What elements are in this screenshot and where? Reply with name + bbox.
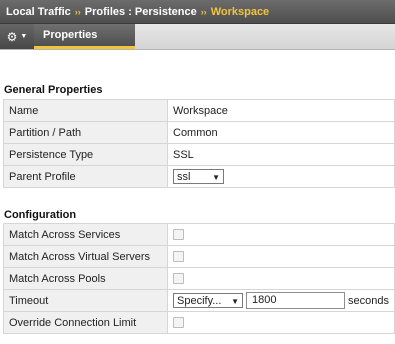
tab-bar: ⚙ ▼ Properties — [0, 24, 395, 50]
gear-menu-button[interactable]: ⚙ ▼ — [0, 24, 34, 49]
chevron-down-icon: ▼ — [20, 33, 28, 40]
row-match-services: Match Across Services — [3, 223, 395, 246]
row-match-pools: Match Across Pools — [3, 267, 395, 290]
tab-properties[interactable]: Properties — [34, 24, 135, 49]
timeout-input[interactable]: 1800 — [246, 292, 345, 309]
override-limit-label: Override Connection Limit — [3, 311, 168, 334]
parent-profile-selected: ssl — [177, 171, 191, 183]
row-match-virtual-servers: Match Across Virtual Servers — [3, 245, 395, 268]
override-limit-checkbox[interactable] — [173, 317, 184, 329]
timeout-mode-select[interactable]: Specify... ▼ — [173, 293, 243, 308]
row-timeout: Timeout Specify... ▼ 1800 seconds — [3, 289, 395, 312]
gear-icon: ⚙ — [6, 29, 18, 44]
row-name: Name Workspace — [3, 99, 395, 122]
name-value: Workspace — [167, 99, 395, 122]
general-properties-header: General Properties — [4, 84, 103, 96]
timeout-label: Timeout — [3, 289, 168, 312]
match-services-label: Match Across Services — [3, 223, 168, 246]
configuration-table: Match Across Services Match Across Virtu… — [3, 223, 395, 334]
match-virtual-servers-label: Match Across Virtual Servers — [3, 245, 168, 268]
breadcrumb-profiles-persistence[interactable]: Profiles : Persistence — [85, 6, 197, 18]
match-pools-label: Match Across Pools — [3, 267, 168, 290]
parent-profile-select[interactable]: ssl ▼ — [173, 169, 224, 184]
breadcrumb: Local Traffic ›› Profiles : Persistence … — [0, 0, 395, 24]
row-persistence-type: Persistence Type SSL — [3, 143, 395, 166]
persistence-type-label: Persistence Type — [3, 143, 168, 166]
partition-value: Common — [167, 121, 395, 144]
match-pools-checkbox[interactable] — [173, 273, 184, 285]
breadcrumb-current: Workspace — [210, 5, 270, 18]
configuration-header: Configuration — [4, 209, 77, 221]
breadcrumb-separator: ›› — [200, 6, 207, 17]
name-label: Name — [3, 99, 168, 122]
general-properties-table: Name Workspace Partition / Path Common P… — [3, 99, 395, 188]
row-partition: Partition / Path Common — [3, 121, 395, 144]
timeout-unit: seconds — [348, 294, 389, 307]
parent-profile-label: Parent Profile — [3, 165, 168, 188]
match-virtual-servers-checkbox[interactable] — [173, 251, 184, 263]
chevron-down-icon: ▼ — [212, 173, 220, 182]
chevron-down-icon: ▼ — [231, 297, 239, 306]
breadcrumb-local-traffic[interactable]: Local Traffic — [6, 6, 71, 18]
persistence-type-value: SSL — [167, 143, 395, 166]
partition-label: Partition / Path — [3, 121, 168, 144]
row-override-limit: Override Connection Limit — [3, 311, 395, 334]
match-services-checkbox[interactable] — [173, 229, 184, 241]
row-parent-profile: Parent Profile ssl ▼ — [3, 165, 395, 188]
timeout-mode-selected: Specify... — [177, 295, 222, 307]
breadcrumb-separator: ›› — [74, 6, 81, 17]
